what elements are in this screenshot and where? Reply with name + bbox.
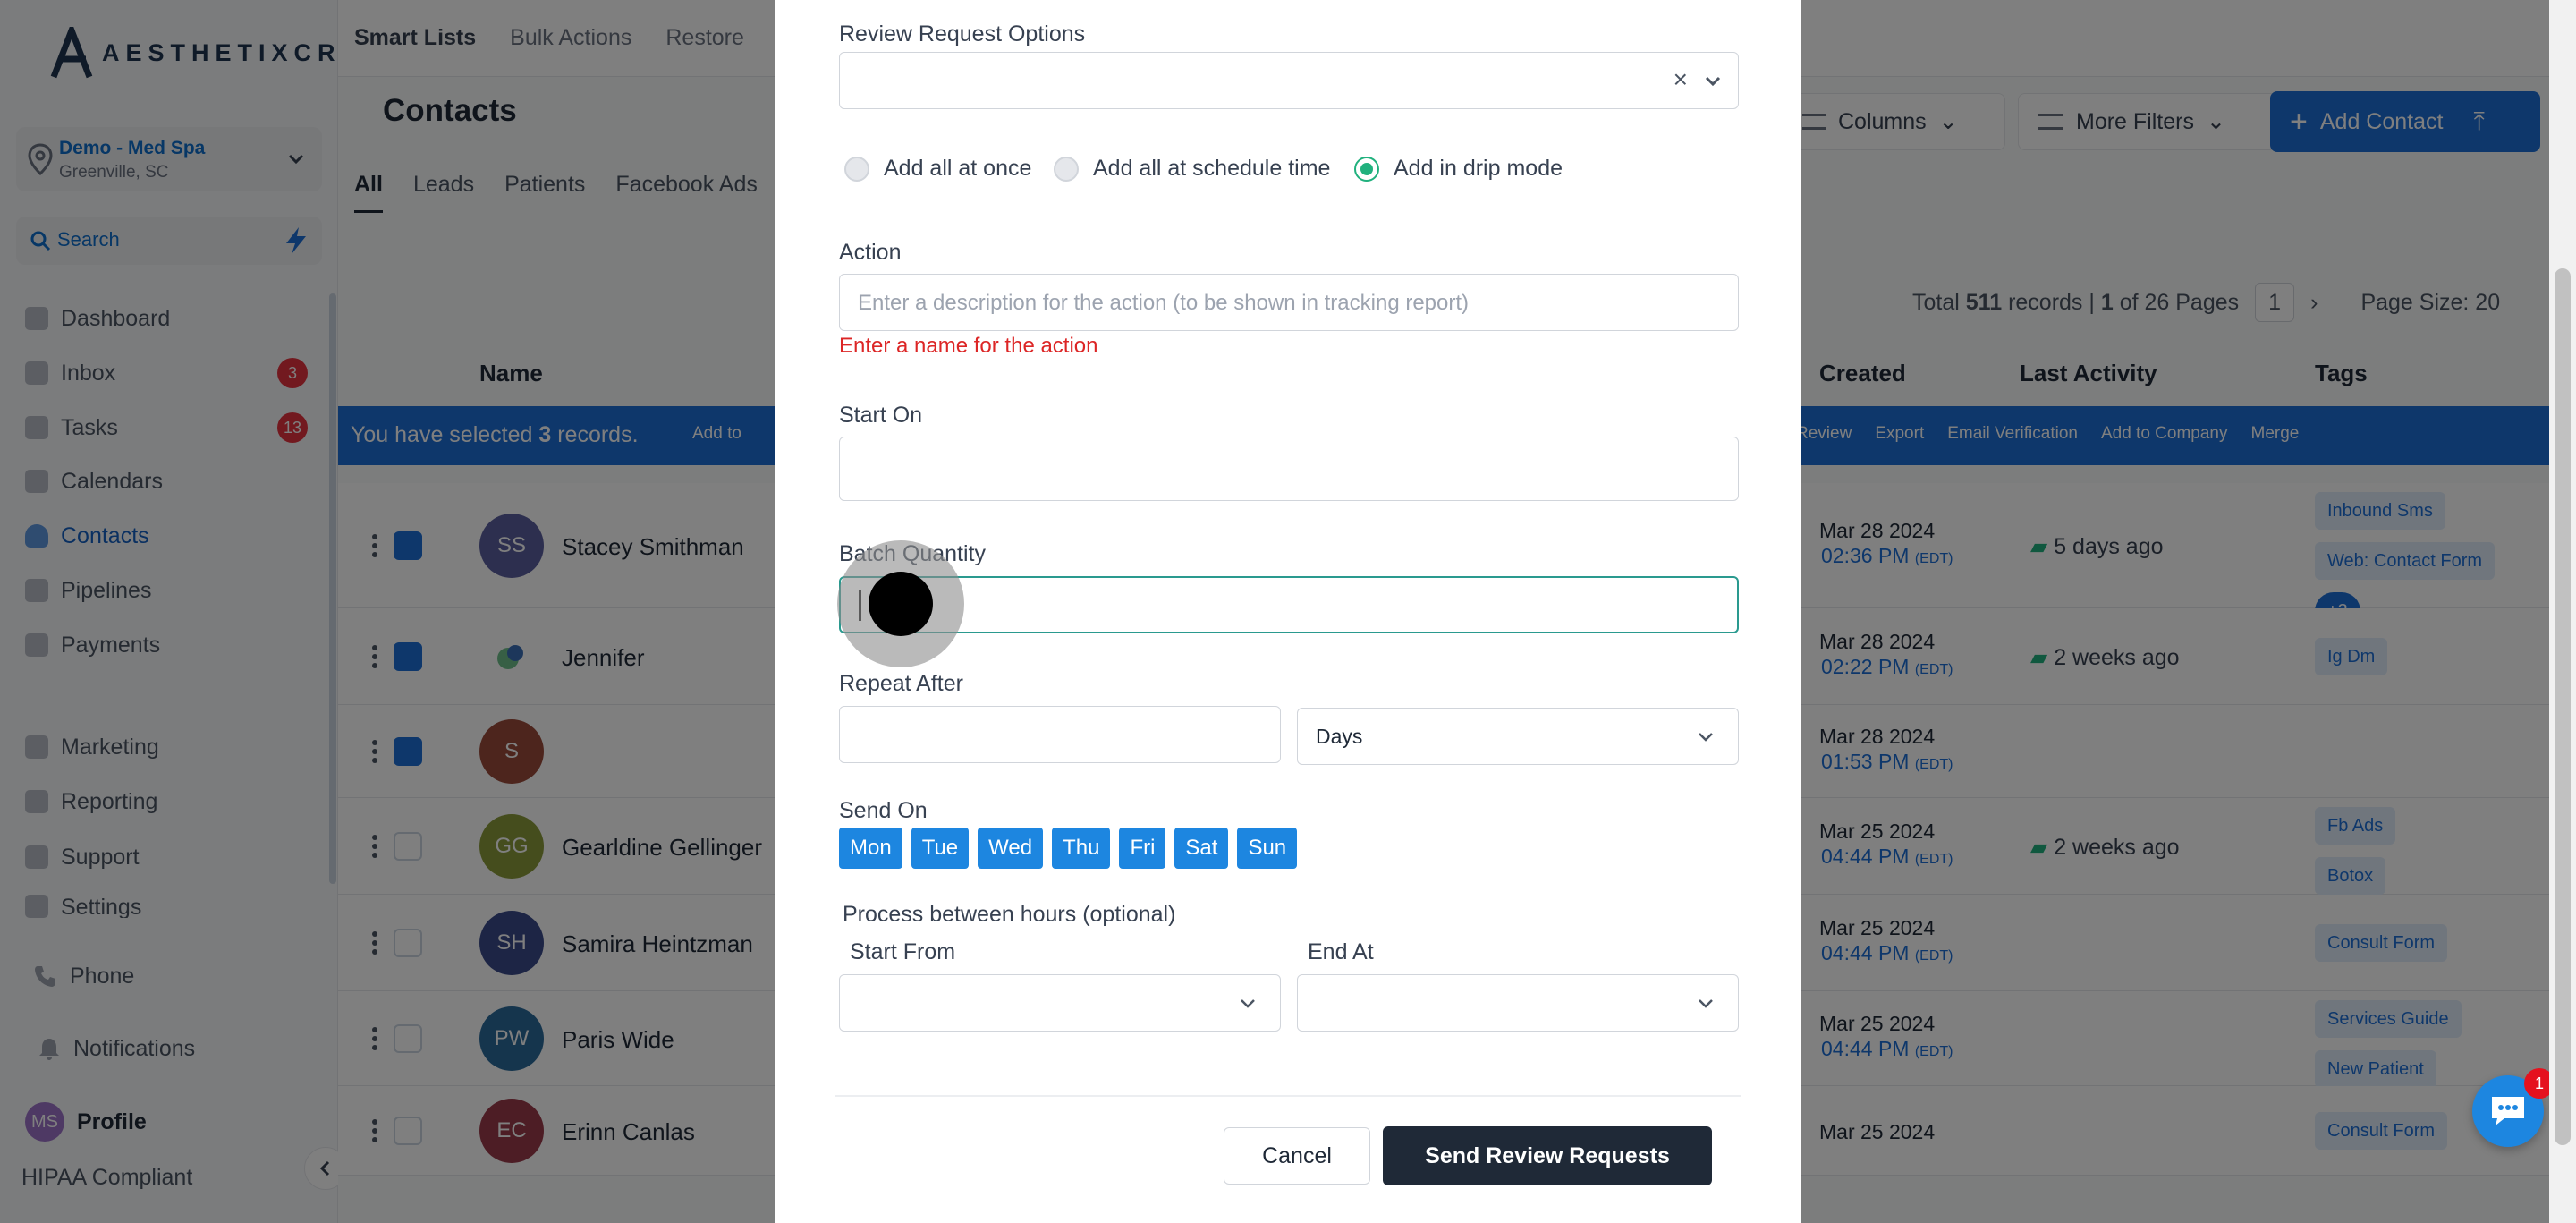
cancel-button[interactable]: Cancel: [1224, 1127, 1370, 1185]
window-scrollbar-thumb[interactable]: [2555, 268, 2571, 1145]
radio-circle: [1054, 156, 1079, 182]
chevron-down-icon: [1241, 999, 1255, 1008]
radio-label: Add in drip mode: [1394, 156, 1563, 181]
chevron-down-icon: [1699, 733, 1713, 742]
review-options-label: Review Request Options: [839, 21, 1086, 47]
send-on-days: Mon Tue Wed Thu Fri Sat Sun: [839, 828, 1298, 869]
action-label: Action: [839, 240, 902, 265]
process-hours-label: Process between hours (optional): [843, 902, 1176, 927]
repeat-unit-select[interactable]: Days: [1297, 708, 1739, 765]
start-on-input[interactable]: [839, 437, 1739, 501]
clear-icon[interactable]: ×: [1674, 65, 1688, 94]
chat-icon: [2492, 1097, 2524, 1125]
end-at-label: End At: [1308, 939, 1374, 964]
radio-label: Add all at schedule time: [1093, 156, 1331, 181]
start-from-label: Start From: [850, 939, 956, 964]
action-placeholder: Enter a description for the action (to b…: [858, 291, 1470, 315]
repeat-unit-value: Days: [1316, 725, 1363, 748]
day-thu[interactable]: Thu: [1052, 828, 1111, 869]
chevron-down-icon: [1699, 999, 1713, 1008]
review-options-select[interactable]: ×: [839, 52, 1739, 109]
radio-circle-selected: [1354, 156, 1379, 182]
repeat-after-input[interactable]: [839, 706, 1281, 763]
day-fri[interactable]: Fri: [1119, 828, 1166, 869]
send-on-label: Send On: [839, 798, 928, 823]
send-review-requests-button[interactable]: Send Review Requests: [1383, 1126, 1712, 1185]
radio-label: Add all at once: [884, 156, 1032, 181]
click-indicator: [837, 540, 964, 667]
chevron-down-icon: [1705, 76, 1721, 87]
action-error: Enter a name for the action: [839, 334, 1098, 358]
action-input[interactable]: Enter a description for the action (to b…: [839, 274, 1739, 331]
day-wed[interactable]: Wed: [978, 828, 1044, 869]
radio-add-all-at-once[interactable]: Add all at once: [844, 156, 1031, 182]
app-root: AESTHETIXCRM Demo - Med Spa Greenville, …: [0, 0, 2576, 1223]
day-sat[interactable]: Sat: [1174, 828, 1229, 869]
batch-quantity-input[interactable]: [839, 576, 1739, 633]
day-tue[interactable]: Tue: [911, 828, 970, 869]
repeat-after-label: Repeat After: [839, 671, 963, 696]
radio-add-in-drip-mode[interactable]: Add in drip mode: [1354, 156, 1563, 182]
radio-circle: [844, 156, 869, 182]
start-on-label: Start On: [839, 403, 923, 428]
window-scrollbar[interactable]: [2549, 0, 2576, 1223]
day-mon[interactable]: Mon: [839, 828, 902, 869]
footer-divider: [835, 1095, 1741, 1097]
day-sun[interactable]: Sun: [1237, 828, 1298, 869]
radio-add-all-at-schedule-time[interactable]: Add all at schedule time: [1054, 156, 1330, 182]
end-at-select[interactable]: [1297, 974, 1739, 1032]
start-from-select[interactable]: [839, 974, 1281, 1032]
